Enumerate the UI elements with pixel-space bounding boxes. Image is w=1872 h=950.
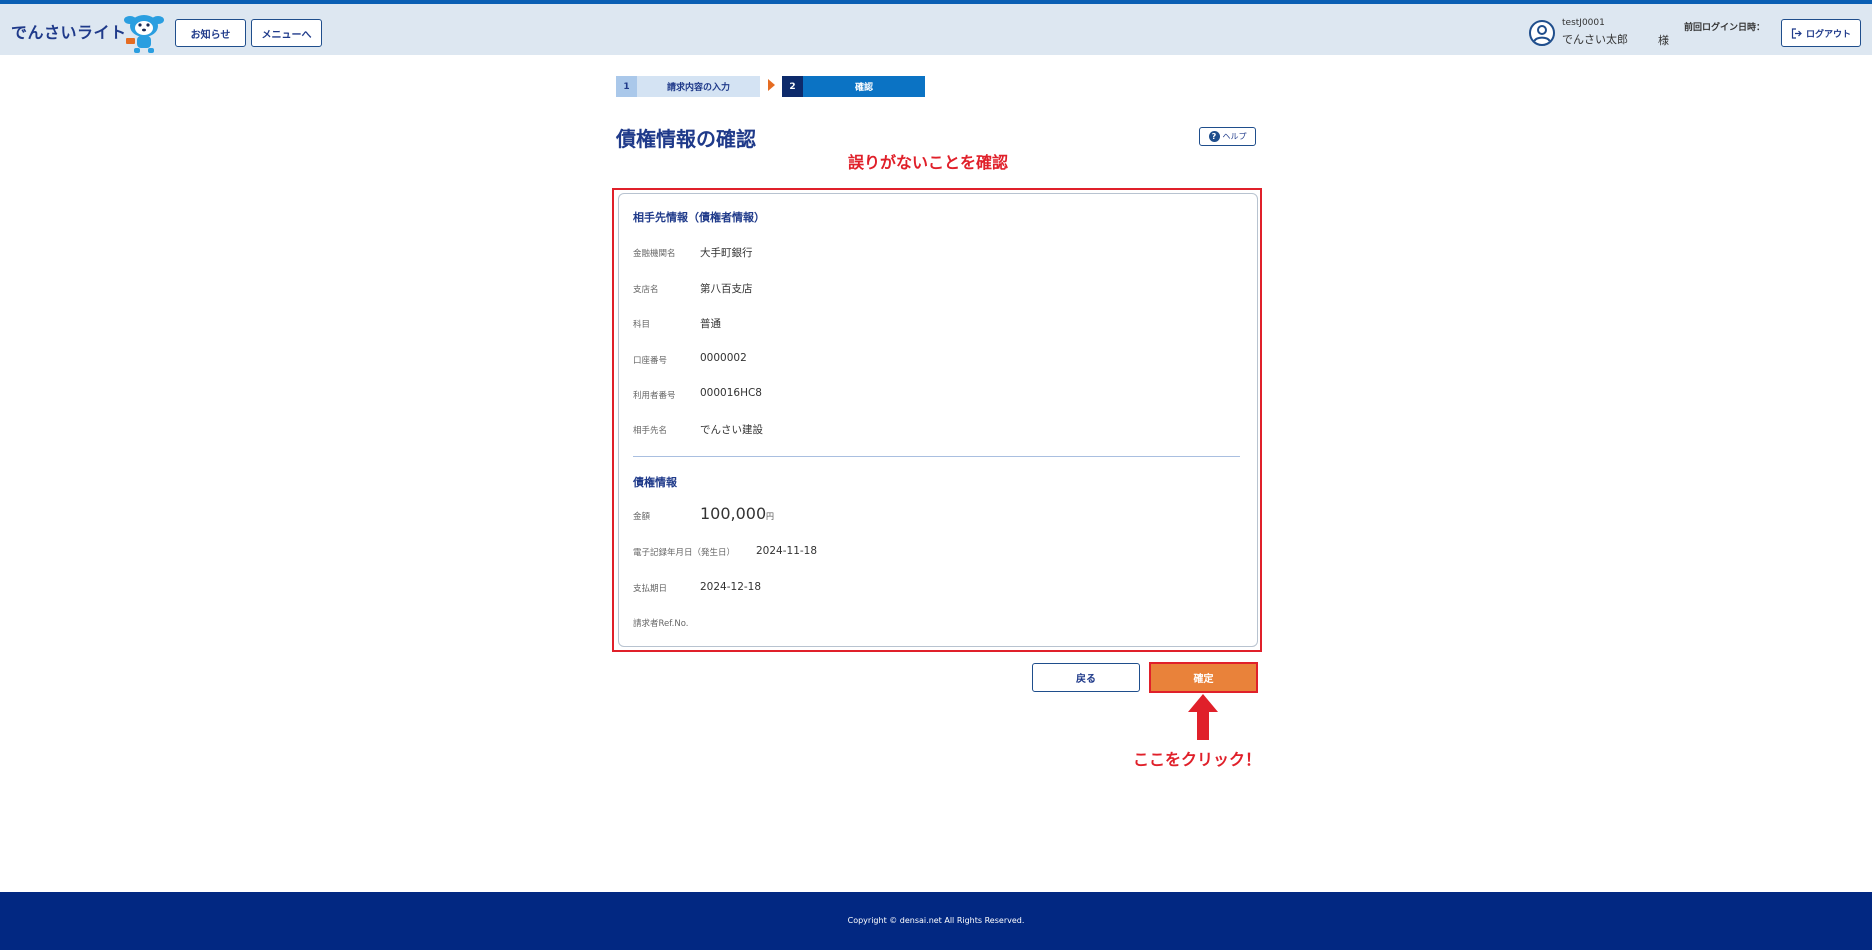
copyright-text: Copyright © densai.net All Rights Reserv…	[847, 916, 1025, 925]
help-icon: ?	[1208, 131, 1220, 142]
field-label-account-type: 科目	[633, 320, 651, 330]
mascot-logo-icon	[124, 15, 164, 53]
last-login-label: 前回ログイン日時：	[1684, 23, 1766, 33]
field-value-account-number: 0000002	[700, 352, 747, 364]
logout-button[interactable]: ログアウト	[1781, 19, 1861, 47]
field-value-account-type: 普通	[700, 318, 721, 330]
app-logo-text[interactable]: でんさいライト	[11, 19, 127, 43]
app-header: でんさいライト お知らせ メニューへ testJ0001 でんさい太郎 様 前回…	[0, 4, 1872, 55]
help-label: ヘルプ	[1222, 132, 1247, 141]
field-label-bank-name: 金融機関名	[633, 249, 676, 259]
field-label-ref-no: 請求者Ref.No.	[633, 619, 689, 629]
user-honorific: 様	[1658, 34, 1669, 47]
annotation-up-arrow-icon	[1188, 694, 1218, 740]
user-avatar-icon	[1529, 20, 1555, 46]
step-2: 2 確認	[782, 76, 925, 97]
step-1-label: 請求内容の入力	[666, 83, 730, 93]
claim-section-title: 債権情報	[633, 476, 677, 489]
step-2-number: 2	[782, 76, 803, 97]
field-value-user-number: 000016HC8	[700, 387, 762, 399]
back-button[interactable]: 戻る	[1032, 663, 1140, 692]
field-value-bank-name: 大手町銀行	[700, 247, 753, 259]
step-2-label: 確認	[854, 83, 873, 93]
field-label-user-number: 利用者番号	[633, 391, 676, 401]
field-label-record-date: 電子記録年月日（発生日）	[633, 548, 736, 558]
confirmation-card	[618, 193, 1258, 647]
field-label-due-date: 支払期日	[633, 584, 668, 594]
step-1: 1 請求内容の入力	[616, 76, 760, 97]
counterparty-section-title: 相手先情報（債権者情報）	[633, 211, 765, 224]
field-label-counterparty-name: 相手先名	[633, 426, 668, 436]
logout-label: ログアウト	[1805, 29, 1851, 40]
confirm-button[interactable]: 確定	[1149, 662, 1258, 693]
field-value-branch: 第八百支店	[700, 283, 753, 295]
news-button[interactable]: お知らせ	[175, 19, 246, 47]
field-label-branch: 支店名	[633, 285, 659, 295]
page-title: 債権情報の確認	[616, 127, 756, 151]
annotation-click-here-text: ここをクリック！	[1133, 750, 1262, 769]
field-value-amount: 100,000	[700, 504, 767, 523]
menu-button[interactable]: メニューへ	[251, 19, 322, 47]
step-1-number: 1	[616, 76, 637, 97]
logout-icon	[1791, 27, 1802, 39]
field-value-record-date: 2024-11-18	[756, 545, 818, 557]
field-value-counterparty-name: でんさい建設	[700, 424, 763, 436]
page-footer: Copyright © densai.net All Rights Reserv…	[0, 892, 1872, 950]
amount-unit: 円	[766, 512, 774, 521]
field-label-account-number: 口座番号	[633, 356, 668, 366]
user-name: でんさい太郎	[1562, 33, 1628, 46]
field-label-amount: 金額	[633, 512, 651, 522]
section-divider	[633, 456, 1240, 457]
annotation-check-text: 誤りがないことを確認	[848, 153, 1009, 172]
help-button[interactable]: ? ヘルプ	[1199, 127, 1256, 146]
user-id: testJ0001	[1562, 18, 1605, 28]
step-arrow-icon	[768, 79, 775, 91]
field-value-due-date: 2024-12-18	[700, 581, 762, 593]
